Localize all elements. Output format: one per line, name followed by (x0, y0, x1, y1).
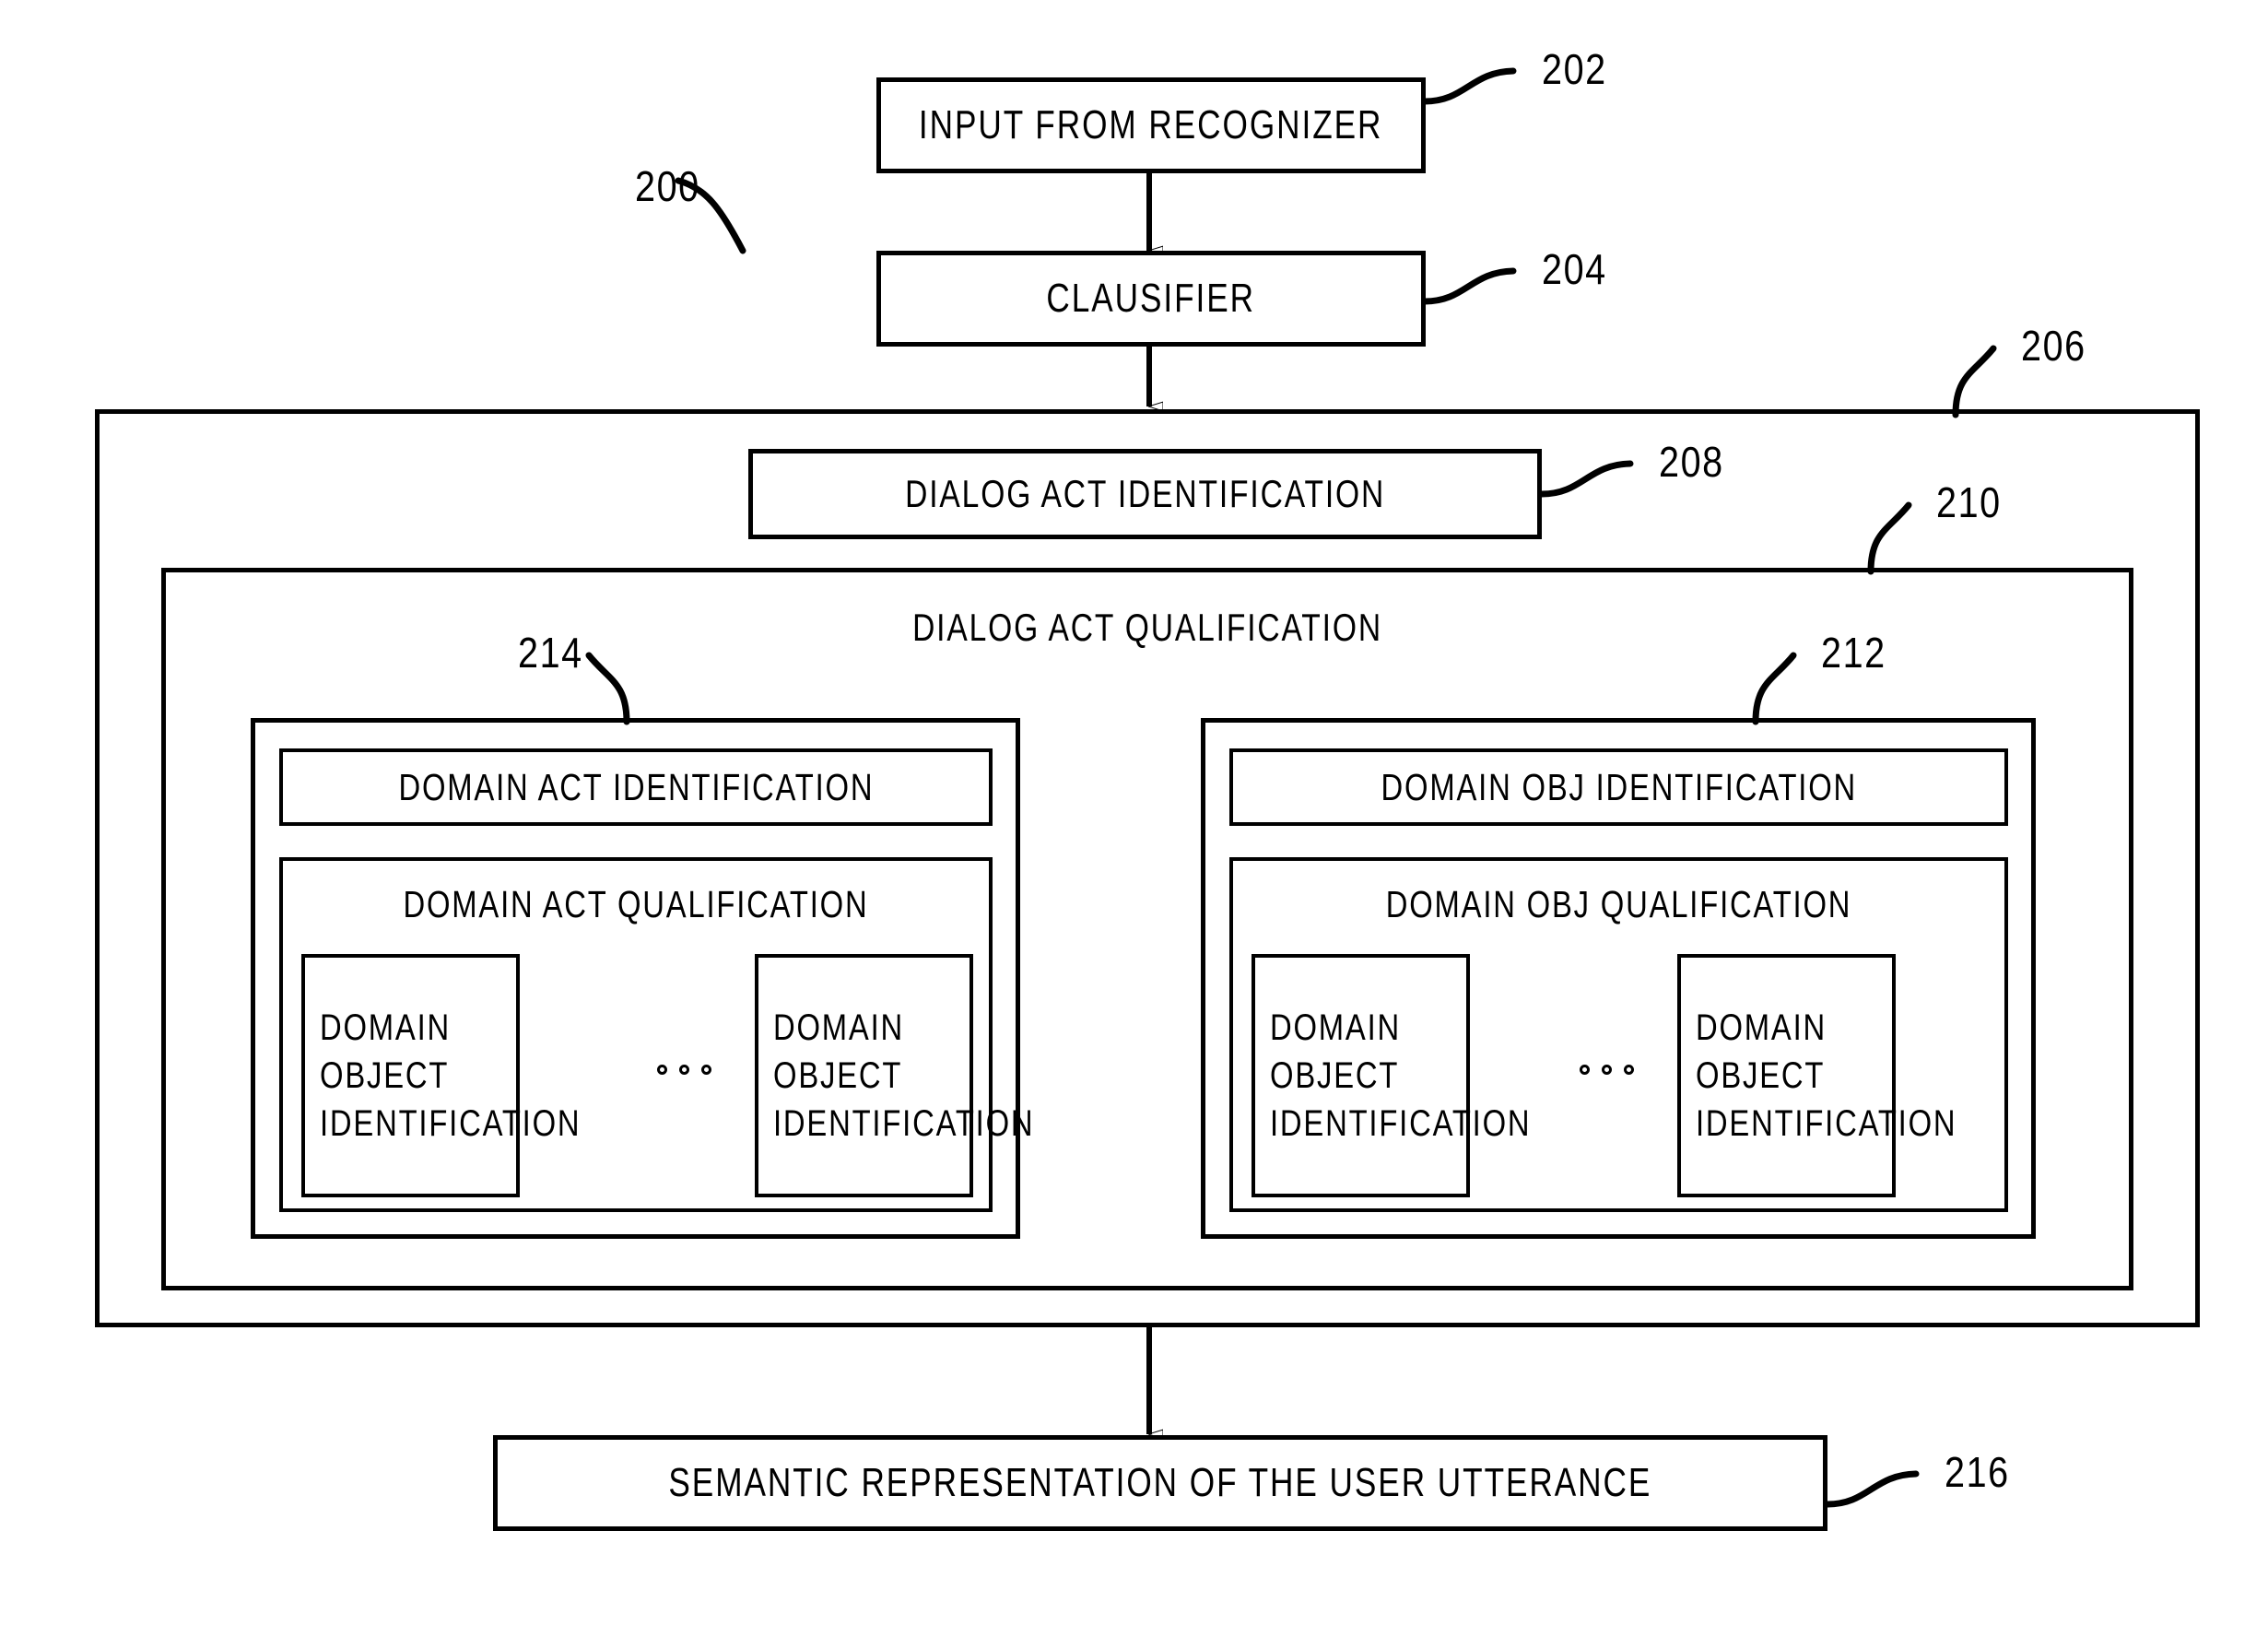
reference-numeral-204: 204 (1542, 245, 1607, 293)
domain-object-identification-box-act-left[interactable]: DOMAIN OBJECT IDENTIFICATION (301, 954, 582, 1197)
reference-numeral-202: 202 (1542, 45, 1607, 93)
reference-numeral-216: 216 (1945, 1448, 2010, 1496)
reference-numeral-208: 208 (1659, 438, 1724, 486)
input-from-recognizer-box[interactable]: INPUT FROM RECOGNIZER (876, 77, 1426, 173)
input-from-recognizer-label: INPUT FROM RECOGNIZER (919, 102, 1383, 147)
reference-numeral-212: 212 (1821, 629, 1886, 677)
stack-line-2: OBJECT (320, 1055, 450, 1096)
stack-line-1: DOMAIN (1270, 1007, 1402, 1048)
reference-numeral-210: 210 (1936, 478, 2002, 526)
domain-object-identification-box-obj-right[interactable]: DOMAIN OBJECT IDENTIFICATION (1677, 954, 1957, 1197)
leader-line-204 (1421, 267, 1517, 305)
stack-line-2: OBJECT (773, 1055, 903, 1096)
stack-line-3: IDENTIFICATION (1696, 1103, 1957, 1144)
domain-act-qualification-title: DOMAIN ACT QUALIFICATION (403, 883, 869, 925)
leader-line-216 (1824, 1470, 1920, 1508)
stack-line-1: DOMAIN (1696, 1007, 1827, 1048)
dialog-act-identification-label: DIALOG ACT IDENTIFICATION (904, 472, 1386, 515)
stack-line-1: DOMAIN (773, 1007, 905, 1048)
dialog-act-qualification-title: DIALOG ACT QUALIFICATION (912, 606, 1382, 649)
stack-line-2: OBJECT (1270, 1055, 1400, 1096)
semantic-representation-box[interactable]: SEMANTIC REPRESENTATION OF THE USER UTTE… (493, 1435, 1827, 1531)
domain-act-identification-label: DOMAIN ACT IDENTIFICATION (398, 765, 874, 808)
domain-act-identification-box[interactable]: DOMAIN ACT IDENTIFICATION (279, 748, 993, 826)
leader-line-206 (1952, 345, 1997, 418)
clausifier-box[interactable]: CLAUSIFIER (876, 251, 1426, 347)
domain-obj-identification-label: DOMAIN OBJ IDENTIFICATION (1381, 765, 1857, 808)
ellipsis-domain-obj (1580, 1065, 1634, 1075)
clausifier-label: CLAUSIFIER (1046, 276, 1256, 321)
reference-numeral-206: 206 (2021, 322, 2086, 370)
stack-line-3: IDENTIFICATION (1270, 1103, 1532, 1144)
stack-line-3: IDENTIFICATION (773, 1103, 1035, 1144)
dialog-act-identification-box[interactable]: DIALOG ACT IDENTIFICATION (748, 449, 1542, 539)
reference-numeral-200: 200 (635, 162, 700, 210)
domain-object-identification-box-obj-left[interactable]: DOMAIN OBJECT IDENTIFICATION (1252, 954, 1532, 1197)
stack-line-2: OBJECT (1696, 1055, 1826, 1096)
semantic-representation-label: SEMANTIC REPRESENTATION OF THE USER UTTE… (668, 1460, 1652, 1505)
domain-obj-identification-box[interactable]: DOMAIN OBJ IDENTIFICATION (1229, 748, 2008, 826)
stack-line-1: DOMAIN (320, 1007, 452, 1048)
patent-figure: INPUT FROM RECOGNIZER CLAUSIFIER DIALOG … (0, 0, 2268, 1637)
domain-obj-qualification-title: DOMAIN OBJ QUALIFICATION (1385, 883, 1852, 925)
reference-numeral-214: 214 (518, 629, 583, 677)
domain-object-identification-box-act-right[interactable]: DOMAIN OBJECT IDENTIFICATION (755, 954, 1035, 1197)
leader-line-202 (1421, 67, 1517, 105)
ellipsis-domain-act (657, 1065, 711, 1075)
stack-line-3: IDENTIFICATION (320, 1103, 582, 1144)
